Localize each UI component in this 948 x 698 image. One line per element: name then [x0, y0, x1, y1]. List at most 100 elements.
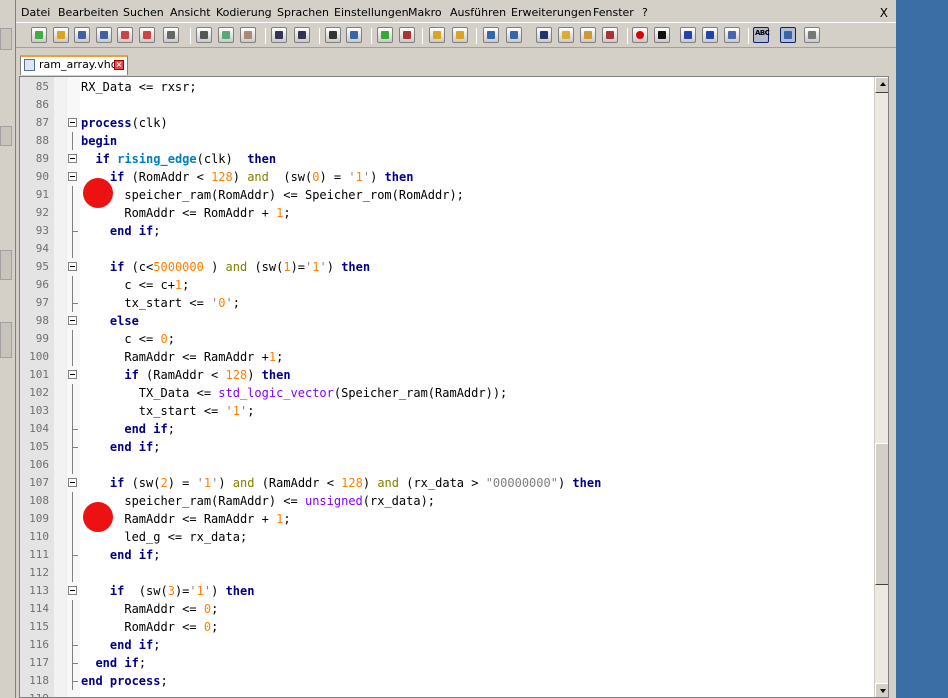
code-line[interactable]: 96 c <= c+1; — [20, 276, 875, 294]
sync-vertical-icon[interactable] — [429, 27, 445, 43]
code-line[interactable]: 92 RomAddr <= RomAddr + 1; — [20, 204, 875, 222]
fold-guide — [72, 618, 73, 636]
run-macro-multiple-icon[interactable] — [702, 27, 718, 43]
fold-toggle-icon[interactable] — [68, 262, 77, 271]
menu-item[interactable]: Einstellungen — [334, 5, 409, 21]
sync-horizontal-icon[interactable] — [452, 27, 468, 43]
redo-icon[interactable] — [294, 27, 310, 43]
code-line[interactable]: 88 begin — [20, 132, 875, 150]
menu-item[interactable]: Datei — [21, 5, 50, 21]
code-line[interactable]: 85 RX_Data <= rxsr; — [20, 78, 875, 96]
code-line[interactable]: 95 if (c<5000000 ) and (sw(1)='1') then — [20, 258, 875, 276]
menu-item[interactable]: Suchen — [123, 5, 164, 21]
fold-toggle-icon[interactable] — [68, 370, 77, 379]
show-all-chars-icon[interactable] — [506, 27, 522, 43]
record-macro-icon[interactable] — [632, 27, 648, 43]
code-line[interactable]: 112 — [20, 564, 875, 582]
fold-toggle-icon[interactable] — [68, 118, 77, 127]
user-defined-language-icon[interactable] — [558, 27, 574, 43]
indent-guide-icon[interactable] — [536, 27, 552, 43]
document-map-icon[interactable] — [580, 27, 596, 43]
code-line[interactable]: 110 led_g <= rx_data; — [20, 528, 875, 546]
replace-icon[interactable] — [346, 27, 362, 43]
code-line[interactable]: 109 RamAddr <= RamAddr + 1; — [20, 510, 875, 528]
code-line[interactable]: 86 — [20, 96, 875, 114]
menu-item[interactable]: Erweiterungen — [511, 5, 592, 21]
cut-icon[interactable] — [196, 27, 212, 43]
code-line[interactable]: 90 if (RomAddr < 128) and (sw(0) = '1') … — [20, 168, 875, 186]
code-line[interactable]: 111 end if; — [20, 546, 875, 564]
close-document-button[interactable]: X — [880, 5, 888, 21]
code-line[interactable]: 104 end if; — [20, 420, 875, 438]
tab-ram-array[interactable]: ram_array.vhd × — [20, 55, 128, 75]
print-icon[interactable] — [163, 27, 179, 43]
code-line[interactable]: 91 speicher_ram(RomAddr) <= Speicher_rom… — [20, 186, 875, 204]
close-icon[interactable] — [117, 27, 133, 43]
line-number: 105 — [29, 440, 49, 453]
code-line[interactable]: 113 if (sw(3)='1') then — [20, 582, 875, 600]
find-icon[interactable] — [325, 27, 341, 43]
scroll-up-button[interactable] — [875, 77, 888, 93]
code-line[interactable]: 101 if (RamAddr < 128) then — [20, 366, 875, 384]
code-line[interactable]: 100 RamAddr <= RamAddr +1; — [20, 348, 875, 366]
fold-toggle-icon[interactable] — [68, 586, 77, 595]
toolbar-separator — [371, 28, 372, 44]
code-line[interactable]: 102 TX_Data <= std_logic_vector(Speicher… — [20, 384, 875, 402]
code-line[interactable]: 107 if (sw(2) = '1') and (RamAddr < 128)… — [20, 474, 875, 492]
code-line[interactable]: 87 process(clk) — [20, 114, 875, 132]
menu-item[interactable]: Kodierung — [216, 5, 272, 21]
new-file-icon[interactable] — [31, 27, 47, 43]
code-line[interactable]: 117 end if; — [20, 654, 875, 672]
vertical-scrollbar[interactable] — [874, 77, 888, 697]
play-macro-icon[interactable] — [680, 27, 696, 43]
copy-icon[interactable] — [218, 27, 234, 43]
menu-item[interactable]: ? — [642, 5, 648, 21]
fold-toggle-icon[interactable] — [68, 478, 77, 487]
code-line[interactable]: 119 — [20, 690, 875, 697]
code-line[interactable]: 105 end if; — [20, 438, 875, 456]
code-line[interactable]: 89 if rising_edge(clk) then — [20, 150, 875, 168]
zoom-out-icon[interactable] — [399, 27, 415, 43]
code-line[interactable]: 94 — [20, 240, 875, 258]
zoom-in-icon[interactable] — [377, 27, 393, 43]
plugin-icon[interactable] — [804, 27, 820, 43]
menu-item[interactable]: Ausführen — [450, 5, 506, 21]
menu-item[interactable]: Bearbeiten — [58, 5, 118, 21]
scroll-thumb[interactable] — [875, 443, 888, 585]
save-icon[interactable] — [74, 27, 90, 43]
code-line[interactable]: 114 RamAddr <= 0; — [20, 600, 875, 618]
stop-record-icon[interactable] — [654, 27, 670, 43]
code-line[interactable]: 115 RomAddr <= 0; — [20, 618, 875, 636]
menu-item[interactable]: Sprachen — [277, 5, 329, 21]
tab-close-icon[interactable]: × — [114, 60, 124, 70]
word-wrap-icon[interactable] — [483, 27, 499, 43]
code-line[interactable]: 106 — [20, 456, 875, 474]
code-line[interactable]: 103 tx_start <= '1'; — [20, 402, 875, 420]
fold-toggle-icon[interactable] — [68, 154, 77, 163]
spell-check-icon[interactable]: ABC — [753, 27, 770, 43]
fold-toggle-icon[interactable] — [68, 172, 77, 181]
open-file-icon[interactable] — [53, 27, 69, 43]
menu-item[interactable]: Makro — [408, 5, 442, 21]
save-all-icon[interactable] — [96, 27, 112, 43]
paste-icon[interactable] — [240, 27, 256, 43]
code-editor[interactable]: 85 RX_Data <= rxsr; 86 87 process(clk) 88 begi… — [19, 76, 889, 698]
code-line[interactable]: 108 speicher_ram(RamAddr) <= unsigned(rx… — [20, 492, 875, 510]
menu-item[interactable]: Ansicht — [170, 5, 211, 21]
code-line[interactable]: 93 end if; — [20, 222, 875, 240]
undo-icon[interactable] — [271, 27, 287, 43]
fold-toggle-icon[interactable] — [68, 316, 77, 325]
line-number: 115 — [29, 620, 49, 633]
code-line[interactable]: 98 else — [20, 312, 875, 330]
close-all-icon[interactable] — [139, 27, 155, 43]
code-line[interactable]: 118 end process; — [20, 672, 875, 690]
function-list-icon[interactable] — [602, 27, 618, 43]
code-line[interactable]: 97 tx_start <= '0'; — [20, 294, 875, 312]
save-macro-icon[interactable] — [724, 27, 740, 43]
code-line[interactable]: 116 end if; — [20, 636, 875, 654]
code-text: RomAddr <= 0; — [81, 620, 219, 634]
scroll-down-button[interactable] — [875, 683, 888, 697]
code-line[interactable]: 99 c <= 0; — [20, 330, 875, 348]
panel-icon[interactable] — [780, 27, 796, 43]
menu-item[interactable]: Fenster — [593, 5, 634, 21]
